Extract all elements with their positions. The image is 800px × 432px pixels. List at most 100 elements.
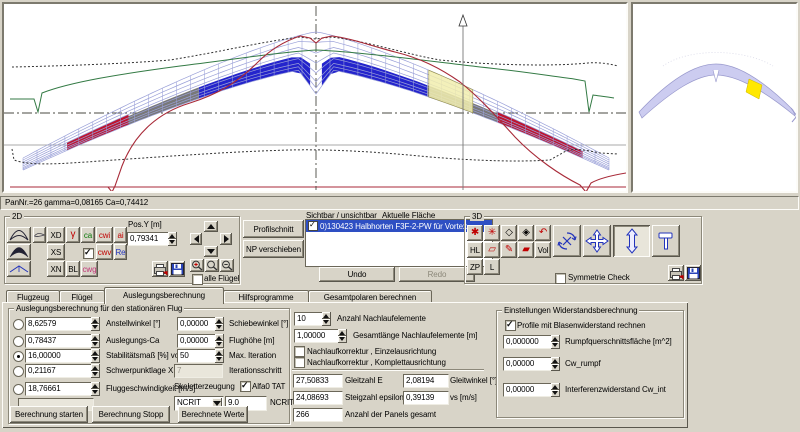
surface-visible-checkbox[interactable] xyxy=(308,221,318,231)
anzahl-nachlaufelemente-input[interactable]: 10 xyxy=(294,312,324,326)
schiebewinkel-input[interactable]: 0,00000 xyxy=(177,317,217,331)
reset-view-button[interactable]: ↶ xyxy=(535,225,551,241)
anstellwinkel-spinner[interactable] xyxy=(91,317,100,331)
auslegungs-ca-spinner[interactable] xyxy=(91,334,100,348)
max-iteration-input[interactable]: 50 xyxy=(177,349,217,363)
zp-button[interactable]: ZP xyxy=(467,259,483,275)
front-view-button[interactable] xyxy=(7,261,31,277)
radio-auslegungs-ca[interactable] xyxy=(13,336,24,347)
flughoehe-input[interactable]: 0,00000 xyxy=(177,334,217,348)
fluggeschwindigkeit-input[interactable]: 18,76661 xyxy=(25,382,93,396)
flip-horizontal-button[interactable]: ◇ xyxy=(501,225,517,241)
blasenwiderstand-checkbox[interactable] xyxy=(505,320,516,331)
zoom-out-button[interactable] xyxy=(220,259,234,272)
cw-rumpf-spinner[interactable] xyxy=(551,357,560,371)
cw-rumpf-input[interactable]: 0,00000 xyxy=(503,357,553,371)
xs-button[interactable]: XS xyxy=(47,244,65,260)
schwerpunktlage-spinner[interactable] xyxy=(91,364,100,378)
l-button[interactable]: L xyxy=(484,259,500,275)
flip-vertical-button[interactable]: ◈ xyxy=(518,225,534,241)
tab-flugzeug-label: Flugzeug xyxy=(17,293,49,302)
pan-right-button[interactable] xyxy=(220,233,232,245)
pick-point-button[interactable]: ✱ xyxy=(467,225,483,241)
hl-button[interactable]: HL xyxy=(467,242,483,258)
planform-view-button[interactable] xyxy=(7,227,31,243)
anzahl-nachlaufelemente-spinner[interactable] xyxy=(322,312,331,326)
pen-icon: ✎ xyxy=(505,245,513,255)
zoom-window-button[interactable] xyxy=(205,259,219,272)
gesamtlaenge-input[interactable]: 1,00000 xyxy=(294,329,340,343)
tools-button[interactable] xyxy=(652,225,680,257)
radio-schwerpunktlage[interactable] xyxy=(13,366,24,377)
stabilitaetsmass-input[interactable]: 16,00000 xyxy=(25,349,93,363)
ca-plot-checkbox[interactable] xyxy=(83,248,94,259)
anstellwinkel-input[interactable]: 8,62579 xyxy=(25,317,93,331)
bl-label: BL xyxy=(68,265,78,274)
xn-button[interactable]: XN xyxy=(47,261,65,277)
cwg-plot-button[interactable]: cwg xyxy=(81,261,98,277)
fluggeschwindigkeit-spinner[interactable] xyxy=(91,382,100,396)
berechnung-stopp-label: Berechnung Stopp xyxy=(99,410,164,419)
np-verschieben-button[interactable]: NP verschieben xyxy=(243,240,304,258)
radio-fluggeschwindigkeit[interactable] xyxy=(13,384,24,395)
interferenz-spinner[interactable] xyxy=(551,383,560,397)
panel-flat-button[interactable]: ▱ xyxy=(484,242,500,258)
berechnete-werte-button[interactable]: Berechnete Werte xyxy=(178,406,248,423)
posy-input[interactable]: 0,79341 xyxy=(127,232,169,246)
print-3d-button[interactable] xyxy=(668,265,684,281)
nachlaufkorrektur-einzel-checkbox[interactable] xyxy=(294,346,305,357)
schiebewinkel-spinner[interactable] xyxy=(215,317,224,331)
filled-planform-view-button[interactable] xyxy=(7,244,31,260)
posy-spin-up[interactable] xyxy=(168,232,177,239)
zoom-3d-button[interactable] xyxy=(613,225,650,257)
schwerpunktlage-input[interactable]: 0,21167 xyxy=(25,364,93,378)
skeletterzeugung-label: Skeletterzeugung xyxy=(174,382,235,392)
tab-auslegungsberechnung[interactable]: Auslegungsberechnung xyxy=(104,287,224,304)
re-plot-button[interactable]: Re xyxy=(114,244,127,260)
ai-plot-button[interactable]: ai xyxy=(114,227,127,243)
airfoil-view-button[interactable] xyxy=(33,227,46,243)
alle-fluegel-checkbox[interactable] xyxy=(192,274,203,285)
max-iteration-spinner[interactable] xyxy=(215,349,224,363)
bl-plot-button[interactable]: BL xyxy=(66,261,80,277)
berechnung-stopp-button[interactable]: Berechnung Stopp xyxy=(92,406,170,423)
alfa0-tat-checkbox[interactable] xyxy=(240,381,251,392)
symmetrie-check-checkbox[interactable] xyxy=(555,273,566,284)
posy-spinner[interactable] xyxy=(168,232,177,246)
save-3d-button[interactable] xyxy=(685,265,701,281)
gamma-plot-button[interactable]: γ xyxy=(66,227,80,243)
pan-left-button[interactable] xyxy=(190,233,202,245)
cwv-plot-button[interactable]: cwv xyxy=(96,244,113,260)
auslegungs-ca-input[interactable]: 0,78437 xyxy=(25,334,93,348)
pan-down-button[interactable] xyxy=(204,246,218,257)
pan-up-button[interactable] xyxy=(204,221,218,232)
save-button[interactable] xyxy=(169,261,185,277)
rotate-3d-button[interactable] xyxy=(553,225,581,257)
print-button[interactable] xyxy=(152,261,168,277)
xd-button[interactable]: XD xyxy=(47,227,65,243)
gesamtlaenge-spinner[interactable] xyxy=(338,329,347,343)
radio-anstellwinkel[interactable] xyxy=(13,319,24,330)
vol-button[interactable]: Vol xyxy=(535,242,551,258)
nachlaufkorrektur-komplett-checkbox[interactable] xyxy=(294,357,305,368)
max-iteration-label: Max. Iteration xyxy=(229,351,276,361)
profilschnitt-button[interactable]: Profilschnitt xyxy=(243,220,304,238)
rotate-model-button[interactable]: ✳ xyxy=(484,225,500,241)
posy-spin-down[interactable] xyxy=(168,239,177,246)
flughoehe-spinner[interactable] xyxy=(215,334,224,348)
rumpfquerschnitt-input[interactable]: 0,000000 xyxy=(503,335,553,349)
move-3d-button[interactable] xyxy=(583,225,611,257)
berechnung-starten-button[interactable]: Berechnung starten xyxy=(10,406,88,423)
rumpfquerschnitt-spinner[interactable] xyxy=(551,335,560,349)
cwi-plot-button[interactable]: cwi xyxy=(96,227,113,243)
stabilitaetsmass-spinner[interactable] xyxy=(91,349,100,363)
planform-canvas[interactable] xyxy=(2,2,628,193)
wing-3d-preview[interactable] xyxy=(631,2,798,193)
zoom-in-button[interactable] xyxy=(190,259,204,272)
edit-pen-button[interactable]: ✎ xyxy=(501,242,517,258)
undo-button[interactable]: Undo xyxy=(319,267,395,282)
panel-solid-button[interactable]: ▰ xyxy=(518,242,534,258)
interferenz-input[interactable]: 0,00000 xyxy=(503,383,553,397)
radio-stabilitaetsmass[interactable] xyxy=(13,351,24,362)
ca-plot-button[interactable]: ca xyxy=(81,227,95,243)
